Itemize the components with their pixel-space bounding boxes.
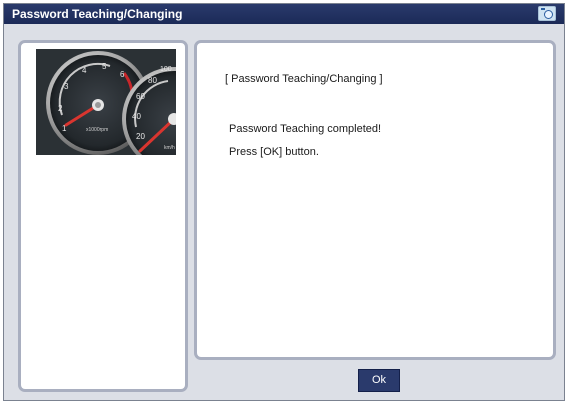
tach-label-2: 2 [58, 104, 63, 113]
camera-flash [541, 8, 545, 10]
status-message: Password Teaching completed! [229, 123, 382, 135]
instruction-message: Press [OK] button. [229, 146, 319, 158]
speed-label-20: 20 [136, 132, 145, 141]
speed-label-100: 100 [160, 66, 172, 73]
tach-unit: x1000rpm [86, 127, 108, 133]
tach-label-6: 6 [120, 70, 125, 79]
ok-button[interactable]: Ok [358, 369, 400, 392]
tach-label-4: 4 [82, 66, 87, 75]
window-title: Password Teaching/Changing [12, 7, 183, 21]
message-panel: [ Password Teaching/Changing ] Password … [194, 40, 556, 360]
image-panel: 1 2 3 4 5 6 x1000rpm 20 40 60 80 100 km/… [18, 40, 188, 392]
instrument-cluster-image: 1 2 3 4 5 6 x1000rpm 20 40 60 80 100 km/… [36, 49, 176, 155]
speed-label-60: 60 [136, 92, 145, 101]
dialog-window: Password Teaching/Changing 1 2 3 4 5 6 x… [3, 3, 565, 401]
speed-unit: km/h [164, 145, 175, 151]
speed-label-40: 40 [132, 112, 141, 121]
camera-icon[interactable] [538, 6, 556, 21]
camera-lens [544, 10, 553, 19]
title-bar: Password Teaching/Changing [4, 4, 564, 24]
message-heading: [ Password Teaching/Changing ] [225, 73, 383, 85]
tach-label-5: 5 [102, 62, 107, 71]
speed-label-80: 80 [148, 76, 157, 85]
tach-label-3: 3 [64, 82, 69, 91]
